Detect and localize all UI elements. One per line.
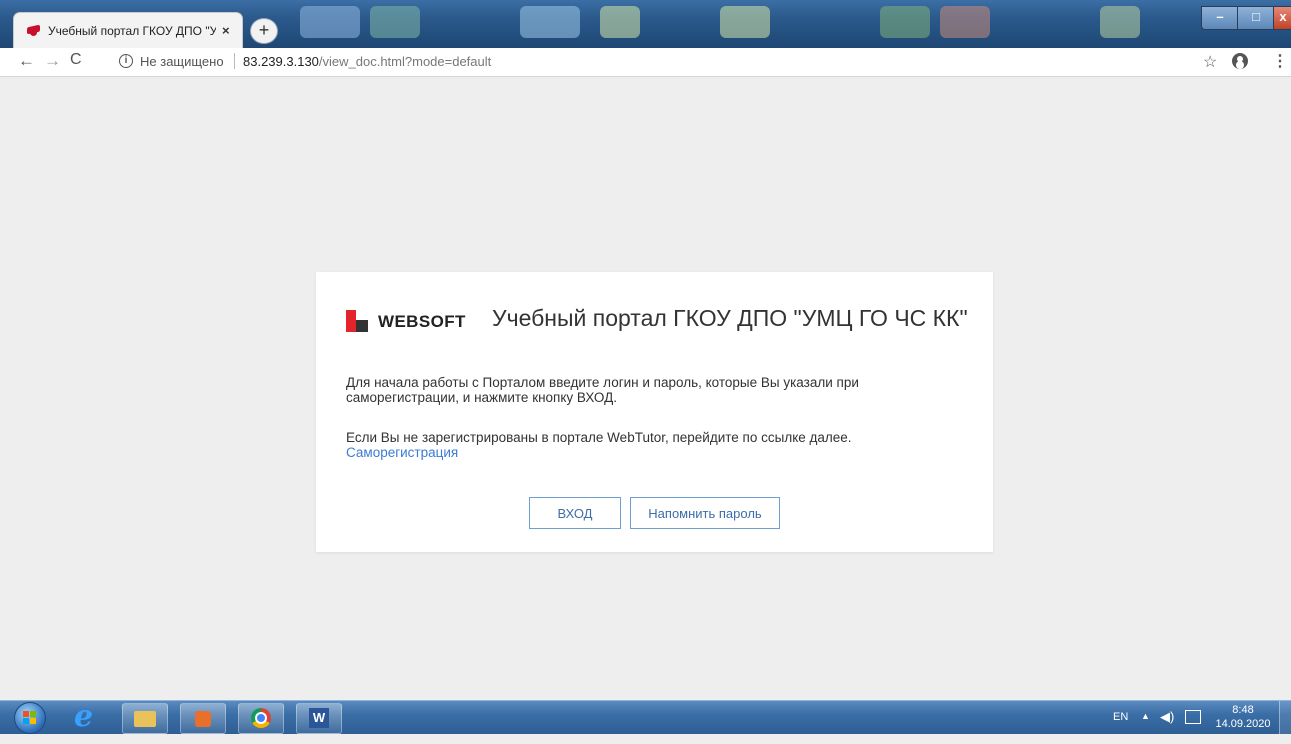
windows-taskbar: e W EN ▲ ◀) 8:48 14.09.2020	[0, 699, 1291, 736]
aero-glow	[880, 6, 930, 38]
page-title: Учебный портал ГКОУ ДПО "УМЦ ГО ЧС КК"	[492, 305, 968, 331]
browser-tab[interactable]: Учебный портал ГКОУ ДПО "УМ ×	[14, 13, 242, 48]
url-path: /view_doc.html?mode=default	[318, 54, 492, 69]
system-clock[interactable]: 8:48 14.09.2020	[1214, 703, 1272, 736]
account-icon[interactable]	[1232, 53, 1248, 69]
browser-toolbar: ← → C i Не защищено 83.239.3.130/view_do…	[0, 48, 1291, 77]
window-titlebar: Учебный портал ГКОУ ДПО "УМ × + – □ x	[0, 0, 1291, 48]
taskbar-ie-button[interactable]: e	[64, 699, 108, 734]
self-registration-link[interactable]: Саморегистрация	[346, 445, 458, 460]
page-content: WEBSOFT Учебный портал ГКОУ ДПО "УМЦ ГО …	[0, 77, 1291, 700]
tab-close-icon[interactable]: ×	[222, 23, 230, 38]
start-logo-yellow	[30, 718, 36, 724]
window-close-button[interactable]: x	[1273, 6, 1291, 30]
word-icon: W	[309, 708, 329, 728]
address-bar[interactable]: i Не защищено 83.239.3.130/view_doc.html…	[108, 50, 1188, 74]
registration-text: Если Вы не зарегистрированы в портале We…	[346, 430, 946, 460]
aero-glow	[300, 6, 360, 38]
aero-glow	[370, 6, 420, 38]
taskbar-media-player-button[interactable]	[180, 703, 226, 734]
language-indicator[interactable]: EN	[1113, 711, 1128, 744]
chrome-favicon-icon	[27, 24, 40, 37]
show-hidden-icons-button[interactable]: ▲	[1141, 711, 1150, 744]
show-desktop-button[interactable]	[1279, 701, 1291, 734]
aero-glow	[940, 6, 990, 38]
login-card: WEBSOFT Учебный портал ГКОУ ДПО "УМЦ ГО …	[316, 272, 993, 552]
aero-glow	[520, 6, 580, 38]
taskbar-word-button[interactable]: W	[296, 703, 342, 734]
start-logo-green	[30, 711, 36, 717]
bookmark-star-icon[interactable]: ☆	[1203, 52, 1217, 72]
reload-button[interactable]: C	[70, 51, 82, 69]
windows-start-button[interactable]	[14, 702, 46, 734]
registration-hint: Если Вы не зарегистрированы в портале We…	[346, 430, 852, 445]
aero-glow	[600, 6, 640, 38]
url-host: 83.239.3.130	[243, 54, 319, 69]
address-divider	[234, 53, 235, 69]
forward-button[interactable]: →	[44, 51, 61, 71]
logo-dark-square	[356, 320, 368, 332]
instructions-text: Для начала работы с Порталом введите лог…	[346, 375, 859, 405]
taskbar-chrome-button[interactable]	[238, 703, 284, 734]
ie-icon: e	[74, 699, 94, 734]
remind-password-button[interactable]: Напомнить пароль	[630, 497, 780, 529]
url-text[interactable]: 83.239.3.130/view_doc.html?mode=default	[243, 54, 491, 69]
websoft-logo-icon	[346, 310, 368, 332]
aero-glow	[720, 6, 770, 38]
aero-glow	[1100, 6, 1140, 38]
login-button[interactable]: ВХОД	[529, 497, 621, 529]
window-maximize-button[interactable]: □	[1237, 6, 1275, 30]
taskbar-explorer-button[interactable]	[122, 703, 168, 734]
new-tab-button[interactable]: +	[250, 18, 278, 44]
back-button[interactable]: ←	[18, 51, 35, 71]
brand-name: WEBSOFT	[378, 312, 466, 331]
windows-start-icon	[23, 711, 37, 725]
info-icon[interactable]: i	[119, 54, 133, 68]
clock-date: 14.09.2020	[1215, 718, 1271, 730]
menu-icon[interactable]: ⋮	[1272, 51, 1288, 71]
clock-time: 8:48	[1232, 704, 1254, 716]
start-logo-blue	[23, 718, 29, 724]
start-logo-red	[23, 711, 29, 717]
security-label[interactable]: Не защищено	[140, 54, 224, 69]
window-minimize-button[interactable]: –	[1201, 6, 1239, 30]
network-icon[interactable]	[1185, 710, 1201, 724]
volume-icon[interactable]: ◀)	[1160, 709, 1174, 742]
tab-title: Учебный портал ГКОУ ДПО "УМ	[48, 23, 216, 38]
